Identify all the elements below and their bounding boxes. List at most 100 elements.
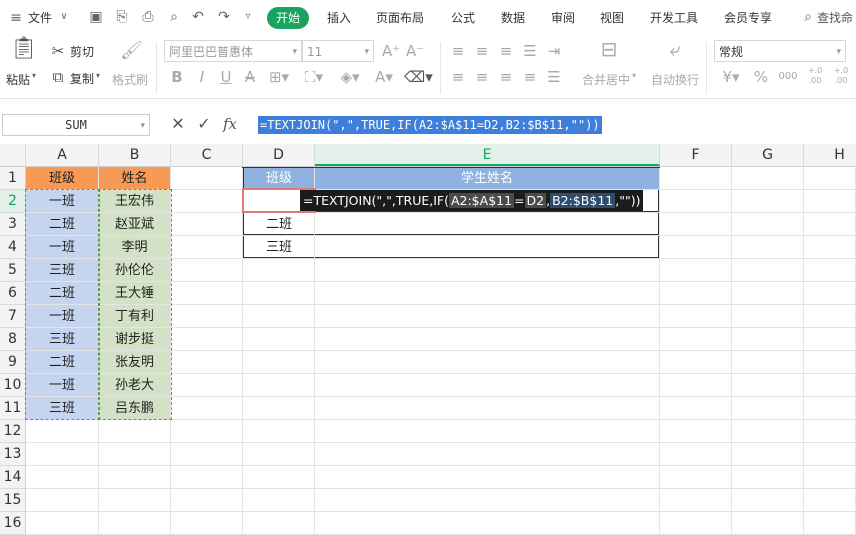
merge-dropdown-icon[interactable]: ▾ — [632, 71, 636, 80]
align-bottom-icon[interactable]: ≡ — [498, 42, 514, 60]
column-header-d[interactable]: D — [243, 144, 315, 166]
decrease-decimal-icon[interactable]: +.0 .00 — [830, 66, 852, 86]
tab-formulas[interactable]: 公式 — [451, 9, 475, 26]
formula-input[interactable]: =TEXTJOIN(",",TRUE,IF(A2:$A$11=D2,B2:$B$… — [258, 116, 602, 134]
row-header-16[interactable]: 16 — [0, 512, 26, 535]
increase-decimal-icon[interactable]: +.0 .00 — [804, 66, 826, 86]
tab-member[interactable]: 会员专享 — [724, 9, 772, 26]
thousands-separator-icon[interactable]: 000 — [776, 68, 800, 86]
hamburger-icon[interactable]: ≡ — [8, 10, 24, 26]
row-header-12[interactable]: 12 — [0, 420, 26, 443]
grid-line — [731, 167, 732, 535]
font-size-select[interactable]: 11 ▾ — [302, 40, 374, 62]
confirm-icon[interactable]: ✓ — [196, 115, 212, 133]
copy-icon[interactable]: ⧉ — [50, 68, 66, 86]
column-header-g[interactable]: G — [732, 144, 804, 166]
row-header-4[interactable]: 4 — [0, 236, 26, 259]
align-left-icon[interactable]: ≡ — [450, 68, 466, 86]
column-header-e[interactable]: E — [315, 144, 660, 166]
column-header-a[interactable]: A — [26, 144, 99, 166]
currency-icon[interactable]: ¥▾ — [720, 68, 742, 86]
merge-center-icon[interactable]: ⊟ — [596, 39, 622, 59]
customize-icon[interactable]: ▿ — [240, 9, 256, 25]
clear-format-icon[interactable]: ⌫▾ — [404, 68, 433, 86]
align-top-icon[interactable]: ≡ — [450, 42, 466, 60]
format-painter-icon[interactable]: 🖌︎ — [120, 42, 143, 60]
font-color-icon[interactable]: A▾ — [370, 68, 398, 86]
justify-icon[interactable]: ≡ — [522, 68, 538, 86]
row-header-11[interactable]: 11 — [0, 397, 26, 420]
search-command[interactable]: 查找命 — [817, 9, 853, 26]
paste-button[interactable]: 粘贴 — [6, 71, 30, 88]
percent-icon[interactable]: % — [752, 68, 770, 86]
column-header-b[interactable]: B — [99, 144, 171, 166]
indent-icon[interactable]: ⇥ — [546, 42, 562, 60]
align-middle-icon[interactable]: ≡ — [474, 42, 490, 60]
row-header-1[interactable]: 1 — [0, 167, 26, 190]
cell-formula-editor[interactable]: =TEXTJOIN(",",TRUE,IF(A2:$A$11 = D2, B2:$B$… — [300, 190, 644, 211]
wrap-text-button[interactable]: 自动换行 — [651, 71, 699, 88]
export-icon[interactable]: ⎘ — [114, 9, 130, 25]
scissors-icon[interactable]: ✂ — [50, 42, 66, 60]
distribute-icon[interactable]: ☰ — [546, 68, 562, 86]
search-icon[interactable]: ⌕ — [800, 9, 816, 25]
underline-icon[interactable]: U — [219, 68, 233, 86]
format-painter-button[interactable]: 格式刷 — [112, 71, 148, 88]
strikethrough-icon[interactable]: A — [243, 68, 257, 86]
tab-start[interactable]: 开始 — [267, 7, 309, 29]
name-box[interactable]: SUM ▾ — [2, 114, 150, 136]
number-format-select[interactable]: 常规 ▾ — [714, 40, 846, 62]
cell-style-icon[interactable]: ⛶▾ — [300, 68, 328, 86]
fx-icon[interactable]: fx — [220, 115, 240, 133]
decrease-font-icon[interactable]: A⁻ — [406, 42, 424, 60]
redo-icon[interactable]: ↷ — [216, 9, 232, 25]
chevron-down-icon[interactable]: ∨ — [56, 9, 72, 25]
tab-developer[interactable]: 开发工具 — [650, 9, 698, 26]
copy-button[interactable]: 复制 — [70, 70, 94, 87]
column-header-h[interactable]: H — [804, 144, 856, 166]
merge-center-button[interactable]: 合并居中 — [582, 71, 630, 88]
cell-b1-header[interactable]: 姓名 — [99, 167, 170, 189]
save-icon[interactable]: ▣ — [88, 9, 104, 25]
text-direction-icon[interactable]: ☰ — [522, 42, 538, 60]
row-header-14[interactable]: 14 — [0, 466, 26, 489]
align-center-icon[interactable]: ≡ — [474, 68, 490, 86]
tab-view[interactable]: 视图 — [600, 9, 624, 26]
italic-icon[interactable]: I — [195, 68, 209, 86]
row-header-6[interactable]: 6 — [0, 282, 26, 305]
fill-color-icon[interactable]: ◈▾ — [336, 68, 364, 86]
row-header-3[interactable]: 3 — [0, 213, 26, 236]
column-header-f[interactable]: F — [660, 144, 732, 166]
row-header-7[interactable]: 7 — [0, 305, 26, 328]
row-header-15[interactable]: 15 — [0, 489, 26, 512]
cell-a1-header[interactable]: 班级 — [26, 167, 98, 189]
paste-icon[interactable]: 📋︎ — [10, 38, 38, 66]
copy-dropdown-icon[interactable]: ▾ — [96, 71, 100, 80]
print-icon[interactable]: ⎙ — [140, 9, 156, 25]
column-header-c[interactable]: C — [171, 144, 243, 166]
row-header-8[interactable]: 8 — [0, 328, 26, 351]
bold-icon[interactable]: B — [170, 68, 184, 86]
tab-page-layout[interactable]: 页面布局 — [376, 9, 424, 26]
print-preview-icon[interactable]: ⌕ — [166, 9, 182, 25]
undo-icon[interactable]: ↶ — [190, 9, 206, 25]
increase-font-icon[interactable]: A⁺ — [382, 42, 400, 60]
file-menu[interactable]: 文件 — [28, 9, 52, 26]
cancel-icon[interactable]: ✕ — [170, 115, 186, 133]
align-right-icon[interactable]: ≡ — [498, 68, 514, 86]
row-header-9[interactable]: 9 — [0, 351, 26, 374]
row-header-10[interactable]: 10 — [0, 374, 26, 397]
tab-data[interactable]: 数据 — [501, 9, 525, 26]
font-name-select[interactable]: 阿里巴巴普惠体 ▾ — [164, 40, 302, 62]
cut-button[interactable]: 剪切 — [70, 43, 94, 60]
border-icon[interactable]: ⊞▾ — [267, 68, 291, 86]
select-all-corner[interactable] — [0, 144, 26, 166]
tab-insert[interactable]: 插入 — [327, 9, 351, 26]
sheet-grid[interactable]: 1 2 3 4 5 6 7 8 9 10 11 12 13 14 15 16 班级 一班 二班 一班 三班 二班 一班 三班二… — [0, 167, 856, 535]
tab-review[interactable]: 审阅 — [551, 9, 575, 26]
wrap-text-icon[interactable]: ⤶ — [662, 39, 688, 59]
row-header-5[interactable]: 5 — [0, 259, 26, 282]
row-header-13[interactable]: 13 — [0, 443, 26, 466]
row-header-2[interactable]: 2 — [0, 190, 26, 213]
paste-dropdown-icon[interactable]: ▾ — [32, 71, 36, 80]
